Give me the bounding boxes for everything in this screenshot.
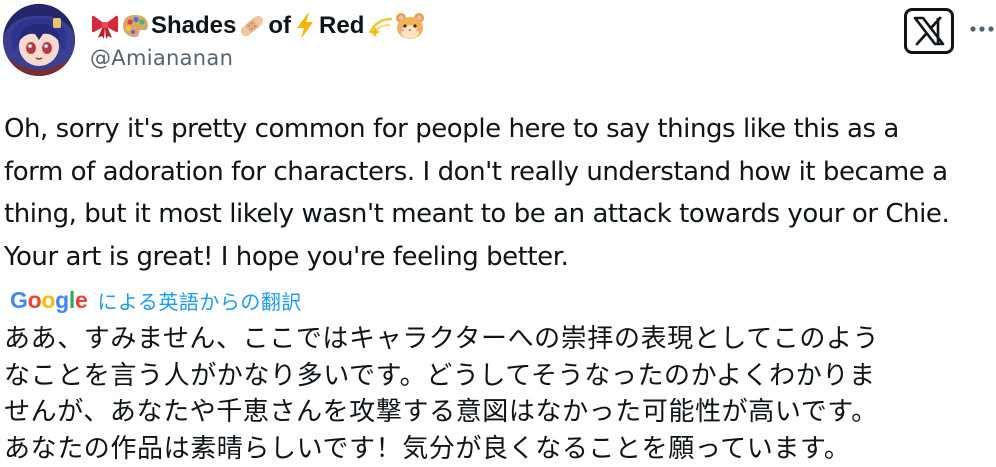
ribbon-emoji-icon [90, 11, 120, 41]
display-name-word: Red [319, 12, 365, 39]
post-text: Oh, sorry it's pretty common for people … [4, 108, 994, 278]
translated-text-line: あなたの作品は素晴らしいです！気分が良くなることを願っています。 [4, 433, 851, 464]
google-logo: Google [10, 286, 88, 313]
post-text-line: thing, but it most likely wasn't meant t… [4, 199, 950, 229]
post-text-line: form of adoration for characters. I don'… [4, 156, 948, 187]
dizzy-emoji-icon [365, 11, 395, 41]
palette-emoji-icon [120, 11, 150, 41]
display-name[interactable]: Shades of Red [90, 8, 425, 44]
hamster-emoji-icon [395, 11, 425, 41]
post-text-line: Oh, sorry it's pretty common for people … [4, 114, 899, 144]
translation-attribution[interactable]: Google による英語からの翻訳 [10, 284, 302, 316]
display-name-word: Shades [151, 12, 237, 39]
x-logo-button[interactable] [904, 8, 954, 54]
x-logo-icon [913, 16, 945, 46]
lightning-emoji-icon [292, 11, 318, 41]
bandage-emoji-icon [237, 11, 267, 41]
avatar[interactable] [3, 4, 75, 76]
more-options-button[interactable] [968, 14, 996, 44]
display-name-word: of [268, 12, 292, 39]
translation-label[interactable]: による英語からの翻訳 [97, 286, 301, 315]
post-header: Shades of Red @Amiananan [0, 0, 996, 84]
translated-text-line: ああ、すみません、ここではキャラクターへの崇拝の表現としてこのよう [4, 324, 880, 354]
translated-text-line: せんが、あなたや千恵さんを攻撃する意図はなかった可能性が高いです。 [4, 397, 878, 427]
more-options-icon [970, 26, 994, 32]
post-text-line: Your art is great! I hope you're feeling… [4, 241, 569, 272]
user-handle[interactable]: @Amiananan [90, 46, 233, 70]
translated-text: ああ、すみません、ここではキャラクターへの崇拝の表現としてこのよう なことを言う… [4, 321, 996, 467]
translated-text-line: なことを言う人がかなり多いです。どうしてそうなったのかよくわかりま [4, 360, 876, 391]
anime-avatar-icon [3, 4, 75, 76]
